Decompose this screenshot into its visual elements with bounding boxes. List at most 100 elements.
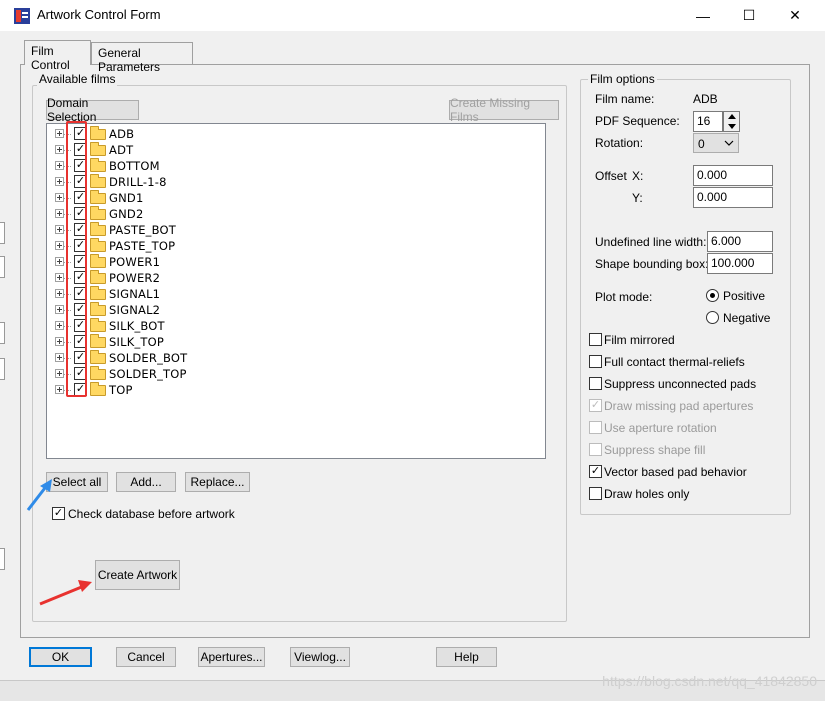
background-fragment <box>0 256 5 278</box>
film-option-checkbox[interactable] <box>589 355 602 368</box>
expand-icon[interactable] <box>55 353 64 362</box>
film-row[interactable]: ✓ ADB <box>47 126 347 142</box>
plot-mode-positive-radio[interactable] <box>706 289 719 302</box>
expand-icon[interactable] <box>55 161 64 170</box>
film-option-item[interactable]: Film mirrored <box>589 333 784 349</box>
film-option-item[interactable]: Draw holes only <box>589 487 784 503</box>
add-button[interactable]: Add... <box>116 472 176 492</box>
expand-icon[interactable] <box>55 321 64 330</box>
film-row[interactable]: ✓ PASTE_BOT <box>47 222 347 238</box>
rotation-select[interactable]: 0 <box>693 133 739 153</box>
folder-icon <box>90 206 106 220</box>
films-tree[interactable]: ✓ ADB ✓ ADT ✓ BOTTOM ✓ DRILL-1-8 ✓ GND1 ✓ GND2 ✓ PAST… <box>46 123 546 459</box>
folder-icon <box>90 350 106 364</box>
film-row[interactable]: ✓ DRILL-1-8 <box>47 174 347 190</box>
background-fragment <box>0 322 5 344</box>
expand-icon[interactable] <box>55 193 64 202</box>
film-row[interactable]: ✓ ADT <box>47 142 347 158</box>
film-row[interactable]: ✓ BOTTOM <box>47 158 347 174</box>
folder-icon <box>90 238 106 252</box>
pdf-sequence-value: 16 <box>697 114 711 128</box>
spin-up-icon[interactable] <box>728 114 736 120</box>
create-artwork-button[interactable]: Create Artwork <box>95 560 180 590</box>
film-row[interactable]: ✓ SILK_TOP <box>47 334 347 350</box>
expand-icon[interactable] <box>55 289 64 298</box>
shape-bounding-box-input[interactable]: 100.000 <box>707 253 773 274</box>
pdf-sequence-spinner[interactable] <box>723 111 740 132</box>
pdf-sequence-input[interactable]: 16 <box>693 111 723 132</box>
cancel-label: Cancel <box>127 650 165 664</box>
expand-icon[interactable] <box>55 129 64 138</box>
viewlog-button[interactable]: Viewlog... <box>290 647 350 667</box>
film-name: SIGNAL2 <box>109 303 161 317</box>
film-option-item[interactable]: Full contact thermal-reliefs <box>589 355 784 371</box>
film-name: DRILL-1-8 <box>109 175 167 189</box>
expand-icon[interactable] <box>55 209 64 218</box>
film-option-checkbox[interactable]: ✓ <box>589 465 602 478</box>
plot-mode-negative-label: Negative <box>723 311 771 325</box>
film-option-item: Use aperture rotation <box>589 421 784 437</box>
help-label: Help <box>454 650 479 664</box>
film-row[interactable]: ✓ POWER2 <box>47 270 347 286</box>
help-button[interactable]: Help <box>436 647 497 667</box>
film-option-checkbox[interactable] <box>589 377 602 390</box>
tab-general-parameters[interactable]: General Parameters <box>91 42 193 74</box>
background-fragment <box>0 222 5 244</box>
film-name: TOP <box>109 383 133 397</box>
expand-icon[interactable] <box>55 257 64 266</box>
offset-x-input[interactable]: 0.000 <box>693 165 773 186</box>
plot-mode-negative-radio[interactable] <box>706 311 719 324</box>
film-name-value: ADB <box>693 92 718 106</box>
close-button[interactable]: ✕ <box>772 0 818 31</box>
film-row[interactable]: ✓ GND1 <box>47 190 347 206</box>
film-option-checkbox[interactable] <box>589 333 602 346</box>
folder-icon <box>90 174 106 188</box>
shape-bounding-box-label: Shape bounding box: <box>595 257 709 271</box>
replace-button[interactable]: Replace... <box>185 472 250 492</box>
expand-icon[interactable] <box>55 177 64 186</box>
expand-icon[interactable] <box>55 369 64 378</box>
apertures-button[interactable]: Apertures... <box>198 647 265 667</box>
undefined-line-width-input[interactable]: 6.000 <box>707 231 773 252</box>
minimize-button[interactable]: — <box>680 0 726 31</box>
ok-label: OK <box>51 650 70 664</box>
expand-icon[interactable] <box>55 145 64 154</box>
film-option-item[interactable]: ✓ Vector based pad behavior <box>589 465 784 481</box>
ok-button[interactable]: OK <box>29 647 92 667</box>
film-row[interactable]: ✓ GND2 <box>47 206 347 222</box>
film-row[interactable]: ✓ TOP <box>47 382 347 398</box>
plot-mode-positive-label: Positive <box>723 289 766 303</box>
spin-down-icon[interactable] <box>728 124 736 130</box>
replace-label: Replace... <box>190 475 245 489</box>
expand-icon[interactable] <box>55 225 64 234</box>
film-option-item: ✓ Draw missing pad apertures <box>589 399 784 415</box>
maximize-button[interactable]: ☐ <box>726 0 772 31</box>
film-option-label: Vector based pad behavior <box>604 465 747 479</box>
film-row[interactable]: ✓ SILK_BOT <box>47 318 347 334</box>
film-row[interactable]: ✓ SIGNAL2 <box>47 302 347 318</box>
expand-icon[interactable] <box>55 305 64 314</box>
folder-icon <box>90 382 106 396</box>
film-option-item[interactable]: Suppress unconnected pads <box>589 377 784 393</box>
tab-film-control[interactable]: Film Control <box>24 40 91 72</box>
undefined-line-width-label: Undefined line width: <box>595 235 707 249</box>
cancel-button[interactable]: Cancel <box>116 647 176 667</box>
add-label: Add... <box>130 475 162 489</box>
film-row[interactable]: ✓ SOLDER_TOP <box>47 366 347 382</box>
film-row[interactable]: ✓ POWER1 <box>47 254 347 270</box>
offset-y-input[interactable]: 0.000 <box>693 187 773 208</box>
expand-icon[interactable] <box>55 273 64 282</box>
folder-icon <box>90 318 106 332</box>
expand-icon[interactable] <box>55 241 64 250</box>
expand-icon[interactable] <box>55 385 64 394</box>
film-name: ADT <box>109 143 134 157</box>
offset-x-value: 0.000 <box>697 168 728 182</box>
film-row[interactable]: ✓ SOLDER_BOT <box>47 350 347 366</box>
domain-selection-button[interactable]: Domain Selection <box>46 96 139 124</box>
film-row[interactable]: ✓ SIGNAL1 <box>47 286 347 302</box>
expand-icon[interactable] <box>55 337 64 346</box>
film-options-title: Film options <box>588 72 657 86</box>
offset-y-value: 0.000 <box>697 190 728 204</box>
film-option-checkbox[interactable] <box>589 487 602 500</box>
film-row[interactable]: ✓ PASTE_TOP <box>47 238 347 254</box>
